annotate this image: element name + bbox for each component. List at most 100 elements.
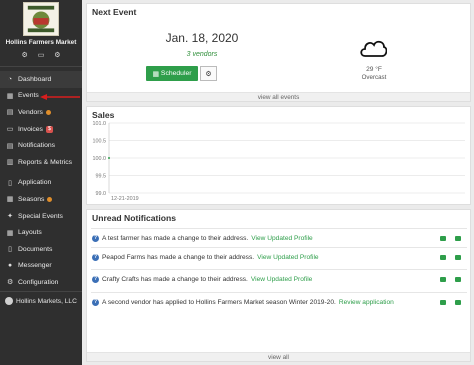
id-card-icon[interactable]: ▭ — [38, 52, 45, 60]
data-point — [108, 157, 110, 159]
event-vendors-link[interactable]: 3 vendors — [147, 51, 257, 58]
y-tick-label: 99.5 — [96, 174, 107, 180]
notification-actions — [440, 235, 467, 241]
star-icon: ✦ — [7, 213, 13, 221]
question-icon: ? — [92, 298, 99, 306]
sales-panel: Sales 101.0 100.5 100.0 99.5 99.0 12-21-2019 — [86, 106, 471, 205]
notification-row: ? Peapod Farms has made a change to thei… — [91, 247, 467, 266]
sidebar-item-application[interactable]: ▯ Application — [0, 175, 82, 192]
notification-link[interactable]: Review application — [339, 299, 394, 306]
question-icon: ? — [92, 275, 99, 283]
sidebar-item-label: Configuration — [18, 278, 59, 286]
sidebar-item-special-events[interactable]: ✦ Special Events — [0, 208, 82, 225]
org-actions: ⚙ ▭ ⚙ — [0, 52, 82, 60]
view-all-events-link[interactable]: view all events — [87, 92, 470, 101]
archive-icon[interactable] — [455, 254, 461, 260]
sidebar-nav: ◔ Dashboard ▦ Events ▤ Vendors ▭ Invoice… — [0, 71, 82, 291]
notification-link[interactable]: View Updated Profile — [251, 235, 312, 242]
notification-link[interactable]: View Updated Profile — [257, 254, 318, 261]
calendar-icon: ▦ — [6, 92, 14, 100]
sidebar-divider — [0, 66, 82, 67]
gear-icon: ⚙ — [6, 279, 14, 287]
sidebar-item-seasons[interactable]: ▦ Seasons — [0, 191, 82, 208]
notification-actions — [440, 299, 467, 305]
chart-icon: ▥ — [6, 159, 14, 167]
sidebar-item-dashboard[interactable]: ◔ Dashboard — [0, 71, 82, 88]
bell-icon: ▤ — [6, 142, 14, 150]
sidebar-item-label: Documents — [18, 245, 53, 253]
notifications-title: Unread Notifications — [92, 213, 177, 223]
dashboard-icon: ◔ — [7, 75, 13, 83]
notification-text: A second vendor has applied to Hollins F… — [102, 298, 336, 306]
notification-row: ? A test farmer has made a change to the… — [91, 228, 467, 247]
season-icon: ▦ — [6, 196, 14, 204]
sidebar-item-documents[interactable]: ▯ Documents — [0, 241, 82, 258]
mark-read-icon[interactable] — [440, 235, 446, 241]
notification-text: A test farmer has made a change to their… — [102, 234, 249, 242]
notification-text: Peapod Farms has made a change to their … — [102, 253, 255, 261]
question-icon: ? — [92, 253, 99, 261]
y-tick-label: 100.5 — [93, 139, 107, 145]
notifications-panel: Unread Notifications ? A test farmer has… — [86, 209, 471, 362]
sidebar-item-label: Application — [18, 179, 52, 187]
sidebar-divider — [0, 291, 82, 292]
account-name: Hollins Markets, LLC — [16, 298, 77, 305]
share-icon[interactable]: ⚙ — [54, 52, 60, 60]
scheduler-button[interactable]: ▦ Scheduler — [146, 66, 198, 81]
market-logo[interactable] — [23, 2, 59, 36]
sidebar-item-label: Events — [18, 92, 39, 100]
invoices-badge: $ — [45, 125, 53, 133]
mark-read-icon[interactable] — [440, 276, 446, 282]
sales-chart: 101.0 100.5 100.0 99.5 99.0 12-21-2019 — [93, 121, 465, 202]
sidebar-item-configuration[interactable]: ⚙ Configuration — [0, 274, 82, 291]
view-all-notifications-link[interactable]: view all — [87, 352, 470, 361]
sidebar-item-layouts[interactable]: ▦ Layouts — [0, 224, 82, 241]
sidebar-item-label: Messenger — [18, 262, 52, 270]
sidebar-item-label: Notifications — [18, 142, 56, 150]
archive-icon[interactable] — [455, 299, 461, 305]
vendors-status-dot — [45, 109, 51, 115]
event-date: Jan. 18, 2020 — [165, 31, 239, 45]
sidebar-item-label: Seasons — [18, 195, 45, 203]
document-icon: ▯ — [8, 179, 12, 187]
weather-temperature: 29 °F — [366, 66, 382, 73]
weather-condition: Overcast — [361, 74, 387, 81]
cloud-icon — [360, 40, 387, 57]
sidebar-item-invoices[interactable]: ▭ Invoices $ — [0, 121, 82, 138]
sidebar-item-label: Dashboard — [18, 75, 52, 83]
folder-icon: ▯ — [8, 246, 12, 254]
sidebar-item-reports[interactable]: ▥ Reports & Metrics — [0, 154, 82, 171]
notification-link[interactable]: View Updated Profile — [251, 276, 312, 283]
account-menu[interactable]: Hollins Markets, LLC — [5, 297, 81, 307]
sidebar-item-vendors[interactable]: ▤ Vendors — [0, 104, 82, 121]
mark-read-icon[interactable] — [440, 254, 446, 260]
seasons-status-dot — [47, 196, 53, 202]
sidebar: Hollins Farmers Market ⚙ ▭ ⚙ ◔ Dashboard… — [0, 0, 82, 365]
next-event-panel: Next Event Jan. 18, 2020 3 vendors ▦ Sch… — [86, 3, 471, 102]
scheduler-label: Scheduler — [160, 70, 192, 77]
calendar-icon: ▦ — [152, 70, 159, 78]
archive-icon[interactable] — [455, 276, 461, 282]
x-tick-label: 12-21-2019 — [111, 196, 139, 202]
question-icon: ? — [92, 234, 99, 242]
mark-read-icon[interactable] — [440, 299, 446, 305]
vendors-icon: ▤ — [6, 109, 14, 117]
sidebar-item-label: Vendors — [18, 108, 43, 116]
y-tick-label: 100.0 — [93, 156, 107, 162]
settings-icon[interactable]: ⚙ — [21, 52, 27, 60]
sidebar-item-label: Layouts — [18, 229, 42, 237]
sidebar-item-label: Reports & Metrics — [18, 158, 73, 166]
gear-icon: ⚙ — [205, 70, 212, 78]
y-tick-label: 99.0 — [96, 191, 107, 197]
chat-icon: ● — [7, 262, 13, 270]
event-settings-button[interactable]: ⚙ — [200, 66, 217, 81]
notification-row: ? A second vendor has applied to Hollins… — [91, 292, 467, 311]
sidebar-item-notifications[interactable]: ▤ Notifications — [0, 137, 82, 154]
annotation-arrow — [40, 94, 80, 100]
invoice-icon: ▭ — [6, 126, 14, 134]
notification-text: Crafty Crafts has made a change to their… — [102, 275, 248, 283]
notification-actions — [440, 276, 467, 282]
sidebar-item-messenger[interactable]: ● Messenger — [0, 258, 82, 275]
sidebar-item-label: Invoices — [18, 125, 43, 133]
archive-icon[interactable] — [455, 235, 461, 241]
